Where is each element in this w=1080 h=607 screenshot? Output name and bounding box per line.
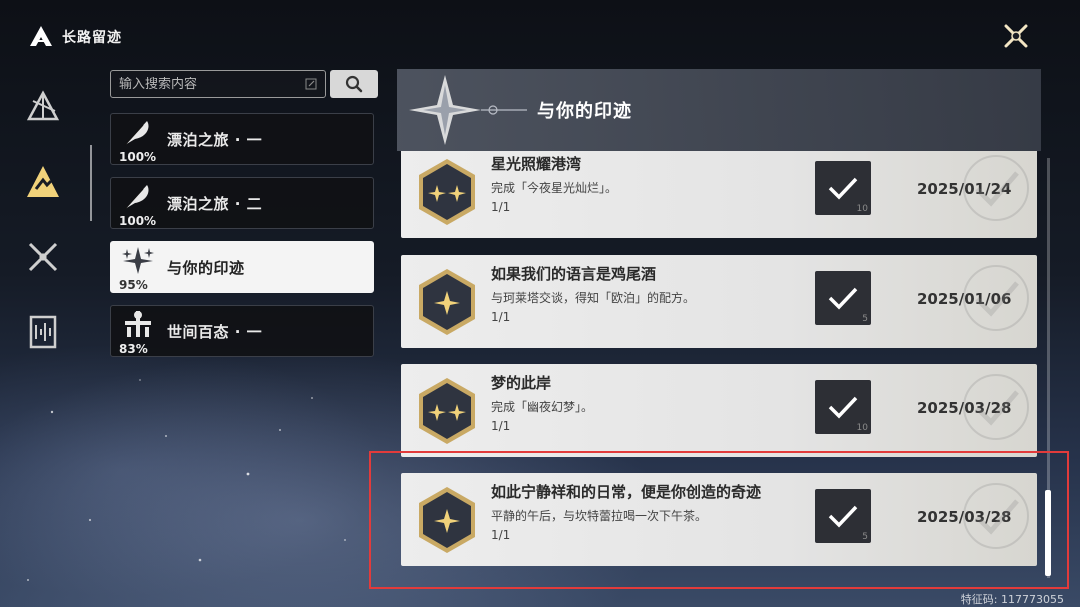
achievement-card-highlighted[interactable]: 如此宁静祥和的日常，便是你创造的奇迹 平静的午后，与坎特蕾拉喝一次下午茶。 1/… <box>401 473 1037 566</box>
trailblaze-emblem-icon <box>26 90 60 121</box>
book-icon <box>29 315 57 349</box>
achievement-name: 梦的此岸 <box>491 374 552 392</box>
achievement-card[interactable]: 如果我们的语言是鸡尾酒 与珂莱塔交谈，得知「欧泊」的配方。 1/1 5 2025… <box>401 255 1037 348</box>
rail-item-path[interactable] <box>18 157 68 207</box>
panel-header: 与你的印迹 <box>397 69 1041 151</box>
search-field[interactable] <box>110 70 326 98</box>
album-name: 漂泊之旅 · 二 <box>167 194 263 213</box>
achievement-progress: 1/1 <box>491 419 511 433</box>
page-title: 长路留迹 <box>62 30 122 46</box>
achievement-desc: 完成「幽夜幻梦」。 <box>491 400 594 414</box>
achievement-desc: 平静的午后，与坎特蕾拉喝一次下午茶。 <box>491 509 708 523</box>
rail-item-battle[interactable] <box>18 232 68 282</box>
album-list: 100% 漂泊之旅 · 一 100% 漂泊之旅 · 二 95% 与你的印迹 83… <box>110 113 374 369</box>
search-input[interactable] <box>119 76 305 92</box>
achievement-desc: 完成「今夜星光灿烂」。 <box>491 181 618 195</box>
panel-title: 与你的印迹 <box>537 101 632 122</box>
achievement-progress: 1/1 <box>491 200 511 214</box>
album-percent: 100% <box>119 150 157 164</box>
player-uid: 特征码: 117773055 <box>960 593 1064 606</box>
achievement-claimed: 5 <box>815 489 871 543</box>
achievement-desc: 与珂莱塔交谈，得知「欧泊」的配方。 <box>491 291 696 305</box>
rail-active-indicator <box>90 145 92 221</box>
achievement-progress: 1/1 <box>491 310 511 324</box>
album-percent: 83% <box>119 342 148 356</box>
album-name: 漂泊之旅 · 一 <box>167 130 263 149</box>
reward-amount: 5 <box>862 532 868 542</box>
close-icon <box>1004 24 1028 48</box>
achievement-badge-icon <box>419 378 475 444</box>
category-rail <box>18 82 78 382</box>
album-item-selected[interactable]: 95% 与你的印迹 <box>110 241 374 293</box>
achievement-list: 星光照耀港湾 完成「今夜星光灿烂」。 1/1 10 2025/01/24 如果我… <box>401 151 1037 577</box>
sparkle-icon <box>122 247 154 274</box>
edit-icon <box>305 78 317 90</box>
completed-watermark-icon <box>963 483 1029 549</box>
checkmark-icon <box>828 505 858 528</box>
rail-item-trailblaze[interactable] <box>18 82 68 132</box>
completed-watermark-icon <box>963 374 1029 440</box>
album-emblem <box>397 69 527 151</box>
achievement-claimed: 10 <box>815 161 871 215</box>
sparkle-emblem-icon <box>409 75 527 145</box>
rail-item-archive[interactable] <box>18 307 68 357</box>
album-percent: 95% <box>119 278 148 292</box>
path-marker-icon <box>27 166 59 197</box>
scrollbar-thumb[interactable] <box>1045 490 1051 576</box>
album-item[interactable]: 83% 世间百态 · 一 <box>110 305 374 357</box>
achievement-badge-icon <box>419 487 475 553</box>
achievement-card[interactable]: 梦的此岸 完成「幽夜幻梦」。 1/1 10 2025/03/28 <box>401 364 1037 457</box>
completed-watermark-icon <box>963 265 1029 331</box>
achievement-claimed: 10 <box>815 380 871 434</box>
checkmark-icon <box>828 177 858 200</box>
search-button[interactable] <box>330 70 378 98</box>
achievement-badge-icon <box>419 269 475 335</box>
city-icon <box>125 311 151 337</box>
album-name: 与你的印迹 <box>167 258 245 277</box>
reward-amount: 10 <box>856 204 868 214</box>
reward-amount: 10 <box>856 423 868 433</box>
achievement-claimed: 5 <box>815 271 871 325</box>
app-header: 长路留迹 <box>28 24 122 50</box>
album-item[interactable]: 100% 漂泊之旅 · 一 <box>110 113 374 165</box>
checkmark-icon <box>828 396 858 419</box>
achievement-badge-icon <box>419 159 475 225</box>
checkmark-icon <box>828 287 858 310</box>
trailblaze-logo-icon <box>30 26 52 46</box>
album-item[interactable]: 100% 漂泊之旅 · 二 <box>110 177 374 229</box>
reward-amount: 5 <box>862 314 868 324</box>
feather-icon <box>124 185 149 210</box>
album-percent: 100% <box>119 214 157 228</box>
achievement-name: 如此宁静祥和的日常，便是你创造的奇迹 <box>491 483 762 501</box>
completed-watermark-icon <box>963 155 1029 221</box>
close-button[interactable] <box>1000 20 1032 52</box>
album-name: 世间百态 · 一 <box>167 322 263 341</box>
crossed-swords-icon <box>28 242 58 272</box>
achievement-name: 星光照耀港湾 <box>491 155 582 173</box>
search-icon <box>345 75 363 93</box>
achievement-card[interactable]: 星光照耀港湾 完成「今夜星光灿烂」。 1/1 10 2025/01/24 <box>401 151 1037 238</box>
feather-icon <box>124 121 149 146</box>
achievement-name: 如果我们的语言是鸡尾酒 <box>491 265 657 283</box>
achievement-progress: 1/1 <box>491 528 511 542</box>
